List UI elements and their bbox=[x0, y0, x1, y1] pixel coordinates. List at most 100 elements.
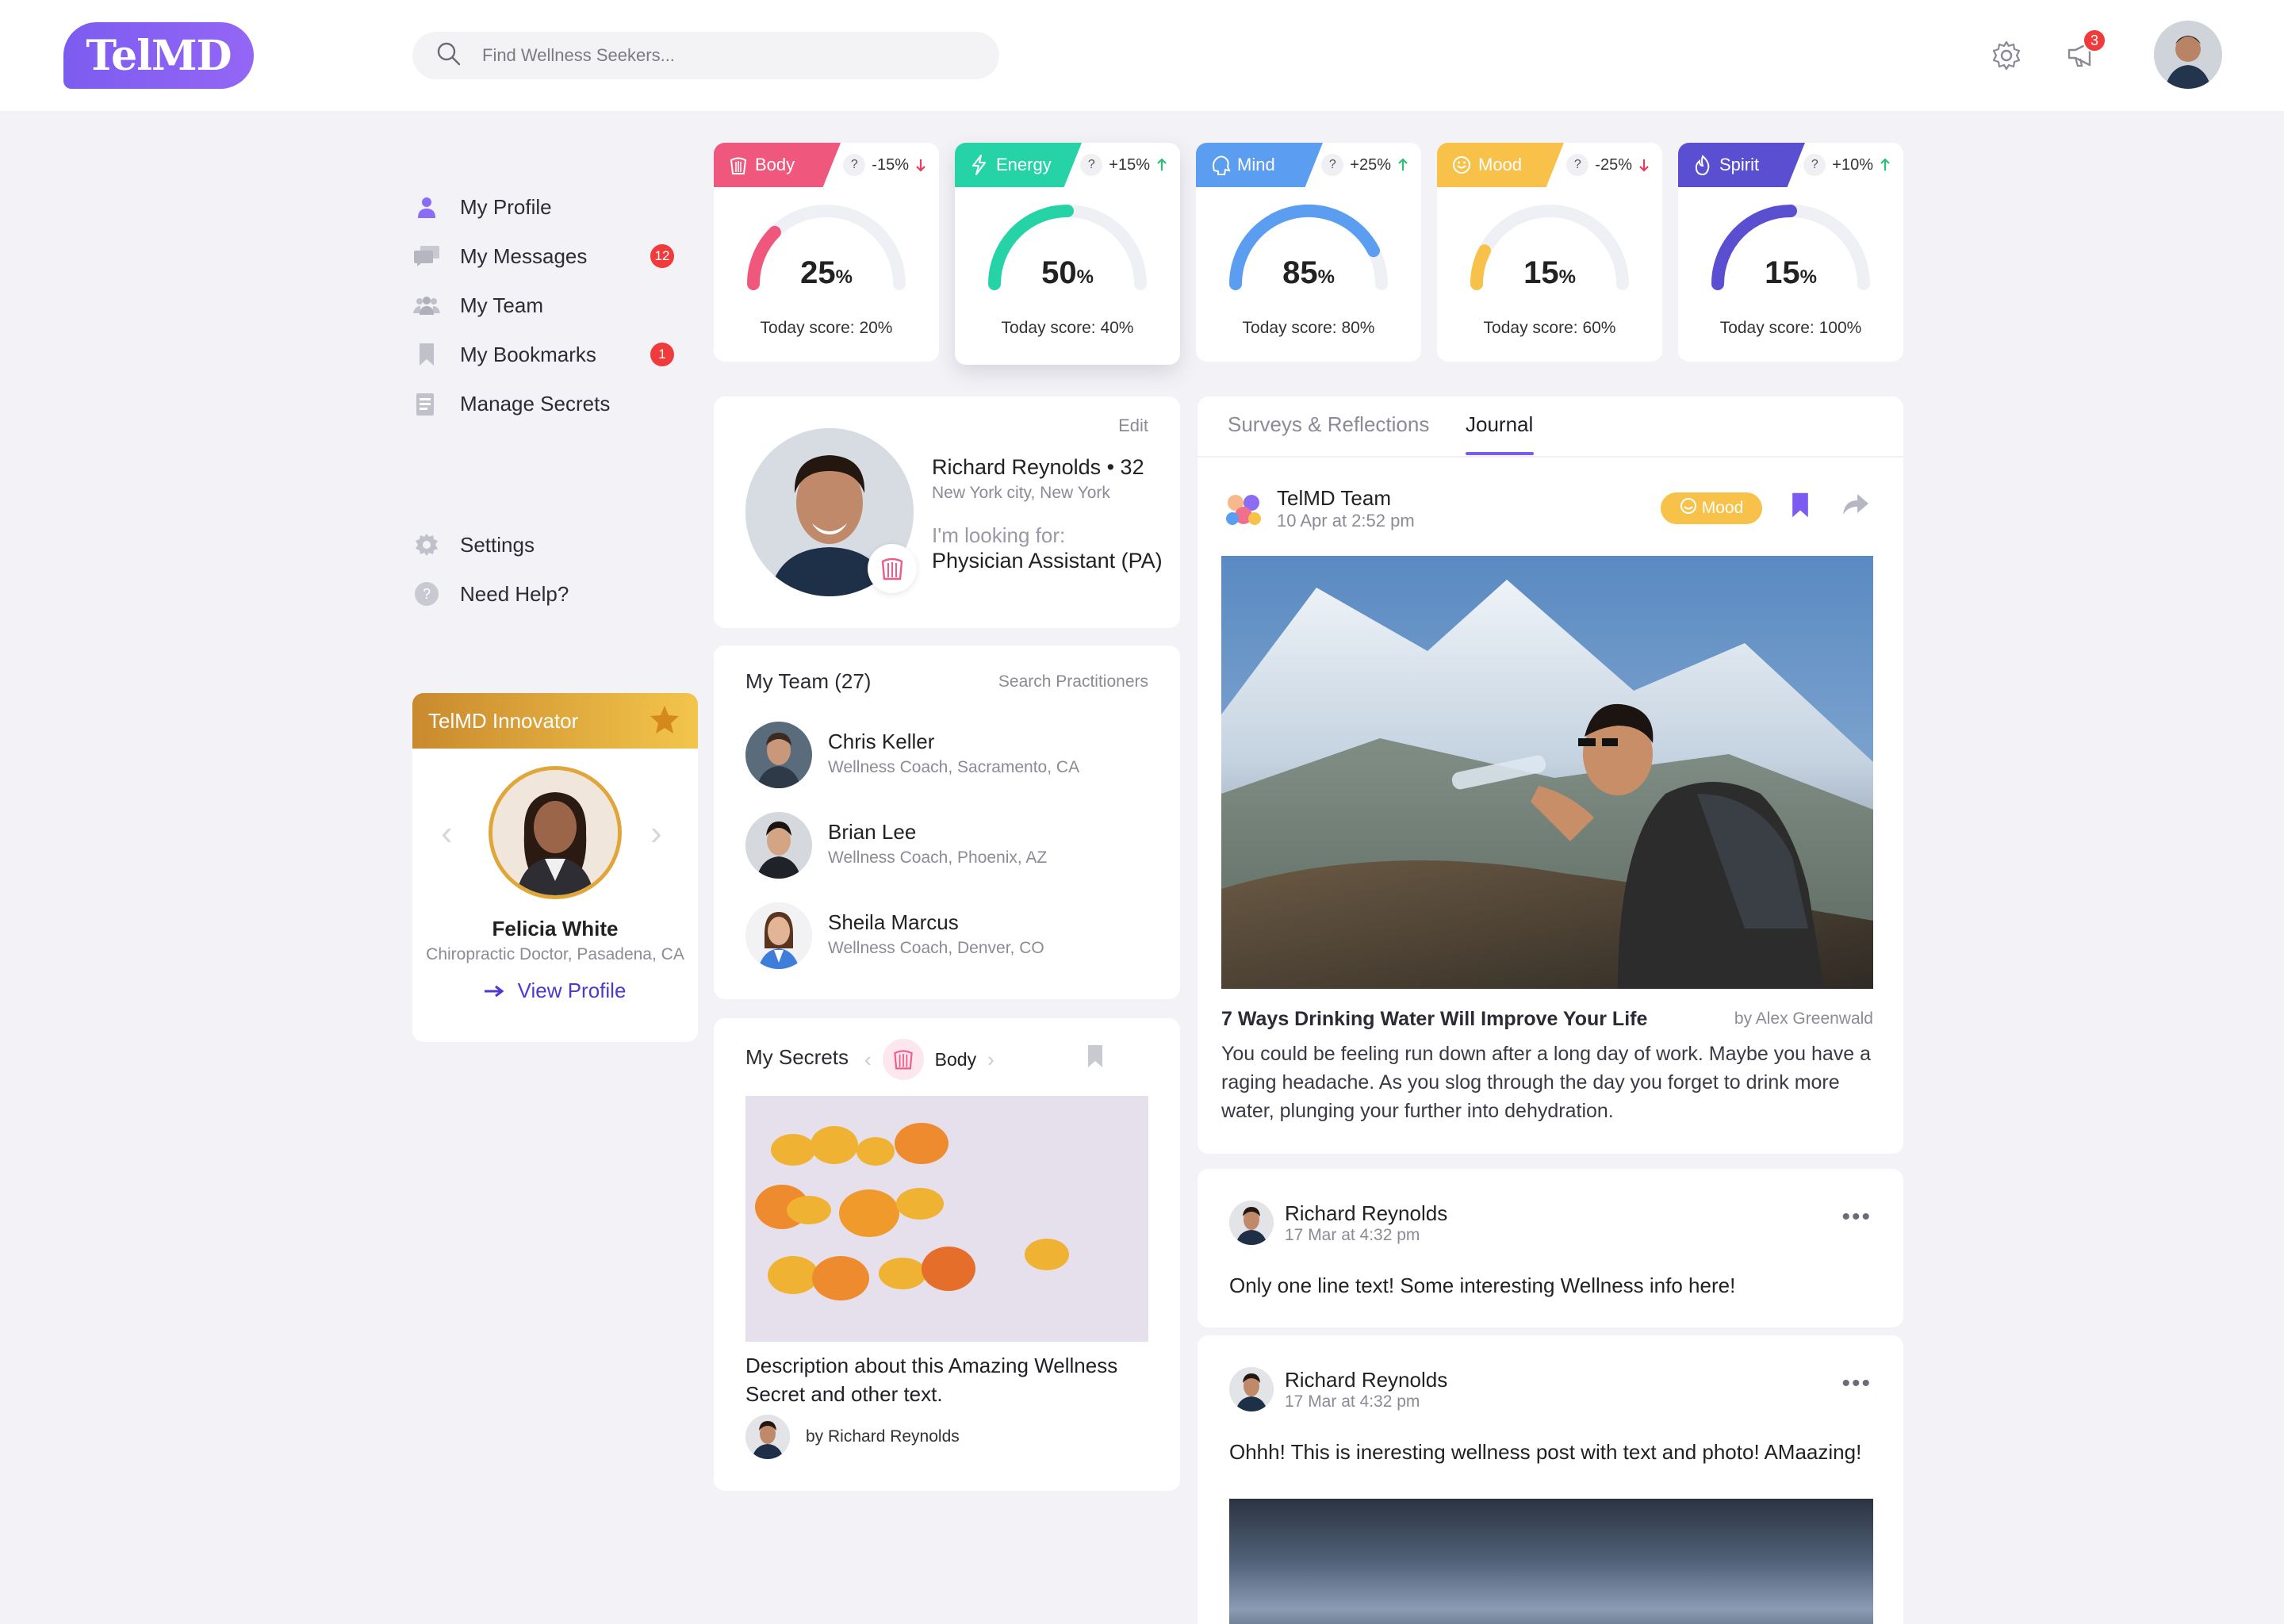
bookmark-icon[interactable] bbox=[1086, 1045, 1104, 1071]
sidebar-item-label: My Bookmarks bbox=[460, 342, 596, 366]
share-icon[interactable] bbox=[1841, 492, 1870, 520]
search-icon bbox=[436, 41, 462, 71]
today-score-value: 80% bbox=[1341, 319, 1375, 337]
innovator-role: Chiropractic Doctor, Pasadena, CA bbox=[426, 945, 684, 963]
help-icon[interactable]: ? bbox=[1566, 154, 1589, 176]
feed-post: Richard Reynolds 17 Mar at 4:32 pm ••• O… bbox=[1198, 1335, 1903, 1624]
sidebar-item-manage-secrets[interactable]: Manage Secrets bbox=[412, 379, 682, 428]
post-byline: by Alex Greenwald bbox=[1734, 1009, 1873, 1028]
today-score: Today score: 40% bbox=[955, 319, 1180, 338]
feed-post: Richard Reynolds 17 Mar at 4:32 pm ••• O… bbox=[1198, 1169, 1903, 1327]
body-category-icon bbox=[868, 544, 917, 593]
sidebar-item-my-messages[interactable]: My Messages 12 bbox=[412, 232, 682, 281]
score-name: Energy bbox=[996, 155, 1052, 174]
post-body: You could be feeling run down after a lo… bbox=[1221, 1043, 1872, 1122]
team-title: My Team (27) bbox=[745, 669, 872, 693]
score-tab: Mind bbox=[1196, 143, 1323, 187]
member-role: Wellness Coach, Sacramento, CA bbox=[828, 758, 1080, 776]
gear-icon bbox=[412, 530, 441, 559]
svg-text:?: ? bbox=[423, 586, 431, 602]
team-member[interactable]: Chris Keller Wellness Coach, Sacramento,… bbox=[745, 722, 1158, 793]
score-card-energy[interactable]: Energy? +15% 50% Today score: 40% bbox=[955, 143, 1180, 365]
post-header: Richard Reynolds 17 Mar at 4:32 pm bbox=[1229, 1367, 1447, 1411]
score-name: Mood bbox=[1478, 155, 1523, 174]
score-card-spirit[interactable]: Spirit? +10% 15% Today score: 100% bbox=[1678, 143, 1903, 362]
score-value: 50% bbox=[955, 255, 1180, 291]
secret-author-name: by Richard Reynolds bbox=[806, 1427, 960, 1446]
chevron-right-icon[interactable]: › bbox=[987, 1048, 994, 1072]
tab-surveys-reflections[interactable]: Surveys & Reflections bbox=[1228, 412, 1429, 437]
help-icon[interactable]: ? bbox=[1321, 154, 1344, 176]
telmd-team-avatar[interactable] bbox=[1221, 486, 1266, 531]
next-arrow-icon[interactable]: › bbox=[650, 814, 662, 853]
post-header: Richard Reynolds 17 Mar at 4:32 pm bbox=[1229, 1201, 1447, 1245]
tab-journal[interactable]: Journal bbox=[1466, 412, 1533, 437]
post-image bbox=[1221, 556, 1873, 989]
search-input[interactable] bbox=[482, 45, 958, 66]
post-title[interactable]: 7 Ways Drinking Water Will Improve Your … bbox=[1221, 1008, 1647, 1031]
today-score: Today score: 100% bbox=[1678, 319, 1903, 338]
secrets-icon bbox=[412, 389, 441, 418]
help-icon[interactable]: ? bbox=[1080, 154, 1103, 176]
more-options-icon[interactable]: ••• bbox=[1841, 1204, 1872, 1231]
sidebar-item-settings[interactable]: Settings bbox=[412, 520, 682, 569]
author-avatar[interactable] bbox=[1229, 1201, 1274, 1245]
score-delta-value: -15% bbox=[872, 155, 909, 174]
score-value: 25% bbox=[714, 255, 939, 291]
team-member[interactable]: Sheila Marcus Wellness Coach, Denver, CO bbox=[745, 902, 1158, 974]
secrets-category-selector[interactable]: ‹ Body › bbox=[864, 1039, 994, 1080]
team-member[interactable]: Brian Lee Wellness Coach, Phoenix, AZ bbox=[745, 812, 1158, 883]
bookmark-icon[interactable] bbox=[1791, 492, 1810, 522]
energy-icon bbox=[972, 155, 986, 175]
profile-name: Richard Reynolds • 32 bbox=[932, 455, 1144, 479]
score-delta: ? -15% bbox=[843, 154, 926, 176]
post-header: TelMD Team 10 Apr at 2:52 pm bbox=[1221, 486, 1415, 531]
score-unit: % bbox=[1799, 266, 1817, 288]
post-text: Only one line text! Some interesting Wel… bbox=[1229, 1274, 1736, 1297]
secret-author[interactable]: by Richard Reynolds bbox=[745, 1415, 960, 1459]
chevron-left-icon[interactable]: ‹ bbox=[864, 1048, 872, 1072]
body-category-icon bbox=[882, 1039, 924, 1080]
more-options-icon[interactable]: ••• bbox=[1841, 1370, 1872, 1397]
score-card-body[interactable]: Body? -15% 25% Today score: 20% bbox=[714, 143, 939, 362]
mood-tag[interactable]: Mood bbox=[1661, 492, 1762, 524]
prev-arrow-icon[interactable]: ‹ bbox=[441, 814, 453, 853]
help-icon[interactable]: ? bbox=[1803, 154, 1826, 176]
search-practitioners-link[interactable]: Search Practitioners bbox=[998, 672, 1148, 691]
featured-post: TelMD Team 10 Apr at 2:52 pm Mood 7 Ways… bbox=[1198, 458, 1903, 1154]
innovator-title: TelMD Innovator bbox=[428, 708, 579, 733]
sidebar-item-my-bookmarks[interactable]: My Bookmarks 1 bbox=[412, 330, 682, 379]
sidebar-item-label: My Profile bbox=[460, 194, 552, 219]
sidebar-item-my-profile[interactable]: My Profile bbox=[412, 182, 682, 232]
edit-profile-link[interactable]: Edit bbox=[1118, 416, 1148, 436]
announcements-button[interactable]: 3 bbox=[2065, 29, 2106, 73]
sidebar-item-label: My Team bbox=[460, 293, 543, 317]
score-delta: ? -25% bbox=[1566, 154, 1650, 176]
sidebar-item-help[interactable]: ? Need Help? bbox=[412, 569, 682, 619]
settings-gear-icon[interactable] bbox=[1989, 38, 2024, 73]
sidebar-item-my-team[interactable]: My Team bbox=[412, 281, 682, 330]
score-card-mood[interactable]: Mood? -25% 15% Today score: 60% bbox=[1437, 143, 1662, 362]
today-score-value: 40% bbox=[1100, 319, 1134, 337]
mind-icon bbox=[1213, 155, 1231, 175]
member-avatar bbox=[745, 722, 812, 788]
user-avatar[interactable] bbox=[2154, 21, 2222, 89]
score-number: 15 bbox=[1523, 255, 1559, 290]
search-bar[interactable] bbox=[412, 32, 999, 79]
post-author: TelMD Team bbox=[1277, 486, 1392, 510]
score-delta-value: +25% bbox=[1350, 155, 1391, 174]
view-profile-link[interactable]: View Profile bbox=[412, 979, 698, 1003]
profile-card: Edit Richard Reynolds • 32 New York city… bbox=[714, 396, 1180, 628]
score-card-mind[interactable]: Mind? +25% 85% Today score: 80% bbox=[1196, 143, 1421, 362]
secrets-category-label: Body bbox=[934, 1048, 977, 1070]
author-avatar[interactable] bbox=[1229, 1367, 1274, 1411]
telmd-logo[interactable]: TelMD bbox=[63, 22, 254, 89]
sidebar-item-label: Need Help? bbox=[460, 581, 569, 606]
score-unit: % bbox=[1317, 266, 1335, 288]
bookmarks-badge: 1 bbox=[650, 343, 674, 366]
arrow-up-icon bbox=[1880, 158, 1890, 170]
innovator-avatar[interactable] bbox=[489, 766, 622, 899]
help-icon[interactable]: ? bbox=[843, 154, 866, 176]
score-number: 85 bbox=[1282, 255, 1318, 290]
arrow-down-icon bbox=[916, 159, 925, 172]
